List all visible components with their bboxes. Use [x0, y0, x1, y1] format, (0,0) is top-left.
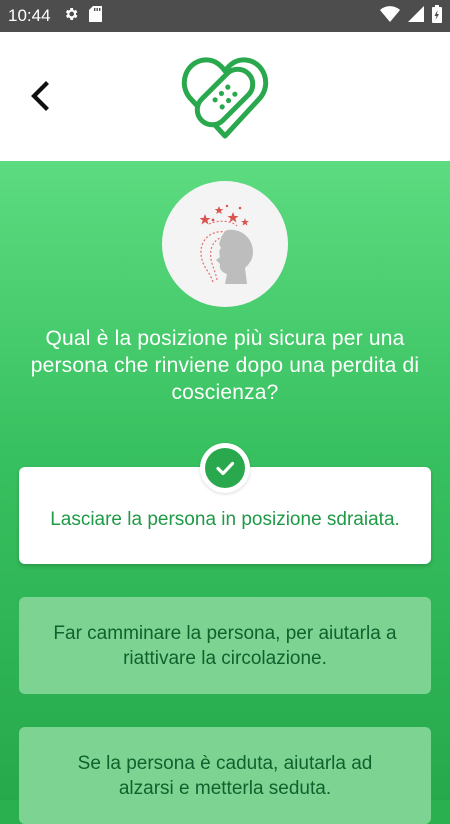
back-button[interactable]	[22, 76, 58, 116]
question-illustration	[162, 181, 288, 307]
answer-option-2[interactable]: Far camminare la persona, per aiutarla a…	[19, 597, 431, 694]
status-time: 10:44	[8, 6, 51, 25]
chevron-left-icon	[31, 81, 49, 111]
battery-icon	[432, 4, 442, 28]
heart-bandage-logo	[180, 52, 270, 140]
answer-option-1-label: Lasciare la persona in posizione sdraiat…	[50, 509, 400, 530]
answer-option-3-label: Se la persona è caduta, aiutarla ad alza…	[77, 752, 373, 799]
question-text: Qual è la posizione più sicura per una p…	[30, 327, 420, 404]
correct-answer-badge	[200, 443, 250, 493]
check-icon	[216, 461, 235, 476]
answer-option-2-label: Far camminare la persona, per aiutarla a…	[53, 622, 397, 669]
status-bar: 10:44	[0, 0, 450, 32]
sd-card-icon	[88, 5, 102, 27]
quiz-content: Qual è la posizione più sicura per una p…	[0, 161, 450, 824]
app-header	[0, 32, 450, 161]
answer-option-3[interactable]: Se la persona è caduta, aiutarla ad alza…	[19, 727, 431, 824]
wifi-icon	[380, 5, 400, 27]
signal-icon	[408, 5, 424, 27]
gear-icon	[63, 6, 79, 27]
dizzy-head-icon	[199, 204, 253, 284]
